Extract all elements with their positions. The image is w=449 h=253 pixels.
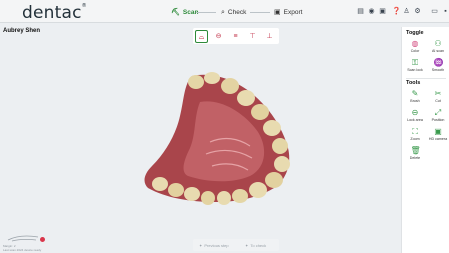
smooth-toggle[interactable]: ♒ Smooth (427, 58, 449, 76)
step-export[interactable]: ▣ Export (274, 7, 302, 17)
record-icon[interactable]: ◉ (368, 8, 375, 15)
save-icon[interactable]: ▤ (357, 8, 364, 15)
smooth-icon: ♒ (433, 58, 444, 67)
scan-lock-toggle[interactable]: ⚿ Scan lock (404, 58, 426, 76)
color-icon: ◍ (411, 39, 419, 48)
user-add-icon[interactable]: ♙ (403, 8, 410, 15)
view-toolbar: ⌓ ⊖ ≡ ⊤ ⊥ (193, 28, 279, 44)
tool-panel: Toggle ◍ Color ⚇ AI scan ⚿ Scan lock ♒ S… (401, 27, 449, 253)
upper-jaw-view-button[interactable]: ⌓ (195, 29, 208, 43)
magnifier-icon: ⌕ (221, 8, 225, 16)
lock-area-icon: ⊖ (411, 108, 419, 117)
patient-name: Aubrey Shen (3, 28, 41, 34)
step-divider (196, 12, 216, 13)
jaw-scan-model[interactable] (140, 72, 300, 212)
orientation-widget[interactable] (4, 232, 44, 244)
tools-section-title: Tools (406, 80, 421, 86)
delete-icon: 🗑 (410, 146, 421, 155)
brush-tool[interactable]: ✎ Brush (404, 89, 426, 107)
window-icon[interactable]: ▭ (431, 8, 438, 15)
arrow-left-icon: ✦ (199, 243, 203, 248)
scanner-icon: ⛏ (171, 8, 180, 16)
extra-view-button[interactable]: ⊥ (263, 30, 276, 43)
cut-icon: ✂ (434, 89, 442, 98)
close-icon[interactable]: ▪ (442, 8, 449, 15)
zoom-tool[interactable]: ⛶ Zoom (404, 127, 426, 145)
step-scan[interactable]: ⛏ Scan (171, 7, 198, 17)
lock-area-tool[interactable]: ⊖ Lock area (404, 108, 426, 126)
lock-icon: ⚿ (411, 58, 419, 67)
step-check[interactable]: ⌕ Check (221, 7, 246, 17)
settings-icon[interactable]: ⚙ (414, 8, 421, 15)
implant-view-button[interactable]: ⊤ (246, 30, 259, 43)
brush-icon: ✎ (411, 89, 419, 98)
ai-scan-icon: ⚇ (434, 39, 442, 48)
screenshot-icon[interactable]: ▣ (379, 8, 386, 15)
cut-tool[interactable]: ✂ Cut (427, 89, 449, 107)
toggle-section-title: Toggle (406, 30, 424, 36)
help-icon[interactable]: ❓ (392, 8, 401, 15)
section-divider (406, 78, 446, 79)
recording-indicator (40, 237, 45, 242)
step-divider (250, 12, 270, 13)
delete-tool[interactable]: 🗑 Delete (404, 146, 426, 164)
lower-jaw-view-button[interactable]: ⊖ (212, 30, 225, 43)
camera-icon: ▣ (434, 127, 442, 136)
zoom-icon: ⛶ (412, 127, 418, 136)
bite-view-button[interactable]: ≡ (229, 30, 242, 43)
position-icon: ⤢ (434, 108, 442, 117)
export-icon: ▣ (274, 8, 281, 16)
arrow-right-icon: ✦ (245, 243, 249, 248)
hd-camera-tool[interactable]: ▣ HD camera (427, 127, 449, 145)
top-bar: dentac® ⛏ Scan ⌕ Check ▣ Export ▤ ◉ ▣ ❓ … (0, 0, 449, 23)
ai-scan-toggle[interactable]: ⚇ AI scan (427, 39, 449, 57)
position-tool[interactable]: ⤢ Position (427, 108, 449, 126)
next-step-button[interactable]: ✦ To check (245, 243, 266, 248)
previous-step-button[interactable]: ✦ Previous step (199, 243, 229, 248)
color-toggle[interactable]: ◍ Color (404, 39, 426, 57)
app-logo: dentac® (22, 3, 87, 23)
status-line-2: Last scan 2024 device ready (3, 248, 42, 252)
